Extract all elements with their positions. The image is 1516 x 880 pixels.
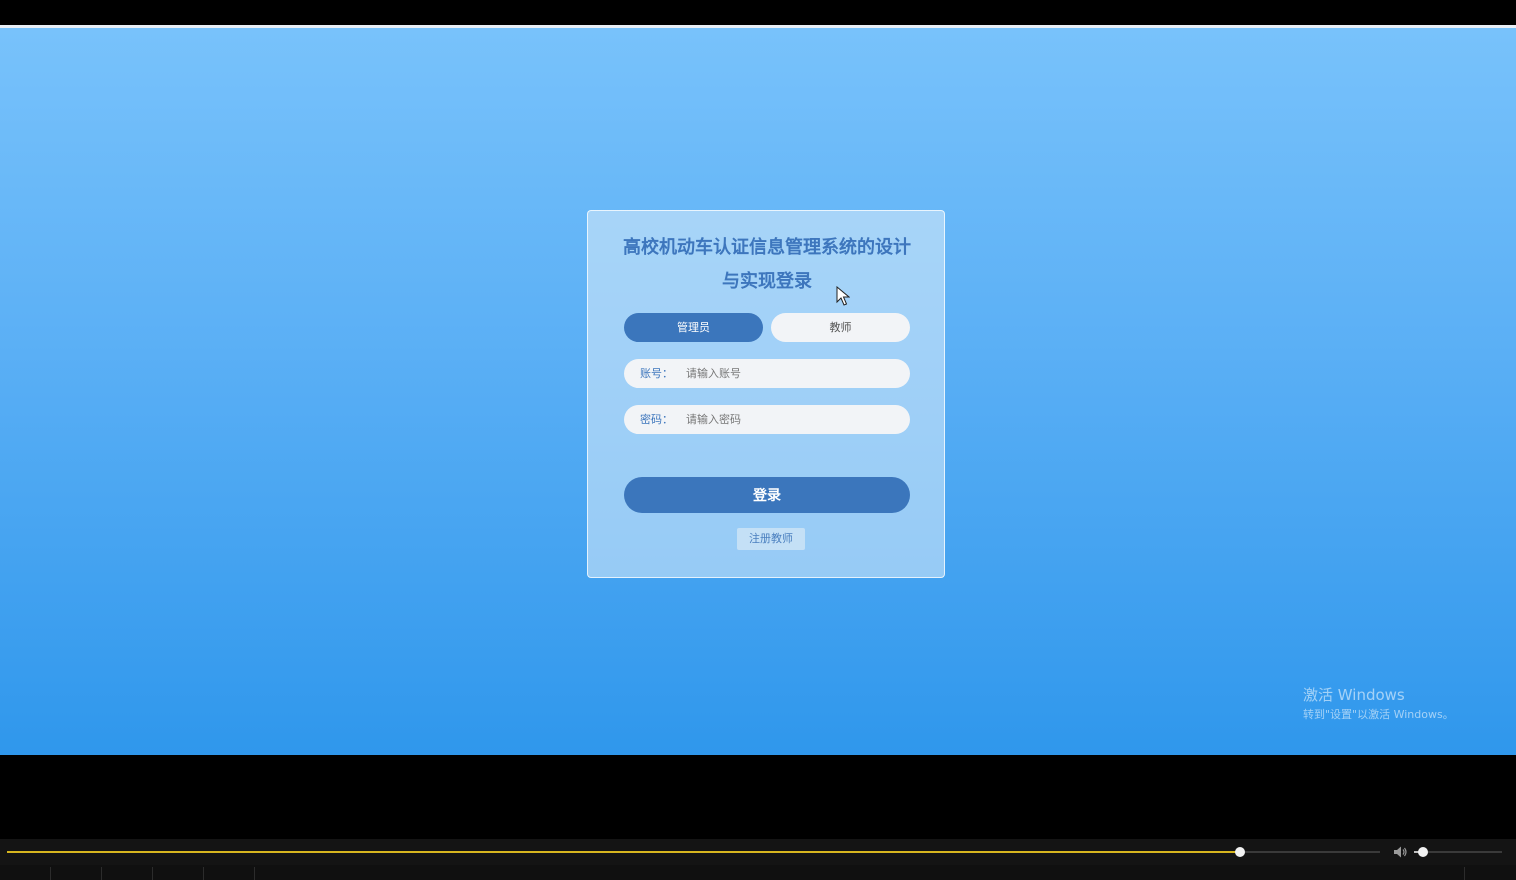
speaker-icon[interactable] — [1392, 844, 1408, 860]
strip-divider — [254, 867, 255, 880]
bottom-toolbar-strip — [0, 865, 1516, 880]
strip-divider — [1464, 867, 1465, 880]
player-controls — [0, 839, 1516, 865]
progress-fill — [7, 851, 1240, 853]
register-teacher-button[interactable]: 注册教师 — [737, 528, 805, 550]
strip-divider — [203, 867, 204, 880]
progress-bar[interactable] — [7, 847, 1380, 857]
account-label: 账号： — [640, 367, 673, 380]
windows-activation-watermark: 激活 Windows 转到"设置"以激活 Windows。 — [1303, 686, 1454, 723]
volume-handle[interactable] — [1417, 847, 1428, 857]
login-button[interactable]: 登录 — [624, 477, 910, 513]
mouse-pointer-icon — [836, 286, 850, 306]
login-title: 高校机动车认证信息管理系统的设计与实现登录 — [623, 237, 911, 292]
video-frame: 高校机动车认证信息管理系统的设计与实现登录 管理员 教师 账号： 密码： 登录 … — [0, 0, 1516, 880]
role-admin-button[interactable]: 管理员 — [624, 313, 763, 342]
account-input[interactable] — [682, 363, 900, 384]
password-field: 密码： — [624, 405, 910, 434]
watermark-subtitle: 转到"设置"以激活 Windows。 — [1303, 708, 1454, 721]
watermark-title: 激活 Windows — [1303, 686, 1405, 704]
progress-handle[interactable] — [1234, 847, 1245, 857]
password-input[interactable] — [682, 409, 900, 430]
strip-divider — [152, 867, 153, 880]
account-field: 账号： — [624, 359, 910, 388]
strip-divider — [101, 867, 102, 880]
password-label: 密码： — [640, 413, 673, 426]
role-teacher-button[interactable]: 教师 — [771, 313, 910, 342]
login-card: 高校机动车认证信息管理系统的设计与实现登录 管理员 教师 账号： 密码： 登录 … — [587, 210, 945, 578]
strip-divider — [50, 867, 51, 880]
top-letterbox — [0, 0, 1516, 25]
volume-slider[interactable] — [1414, 847, 1502, 857]
bottom-letterbox — [0, 755, 1516, 839]
login-page: 高校机动车认证信息管理系统的设计与实现登录 管理员 教师 账号： 密码： 登录 … — [0, 28, 1516, 755]
